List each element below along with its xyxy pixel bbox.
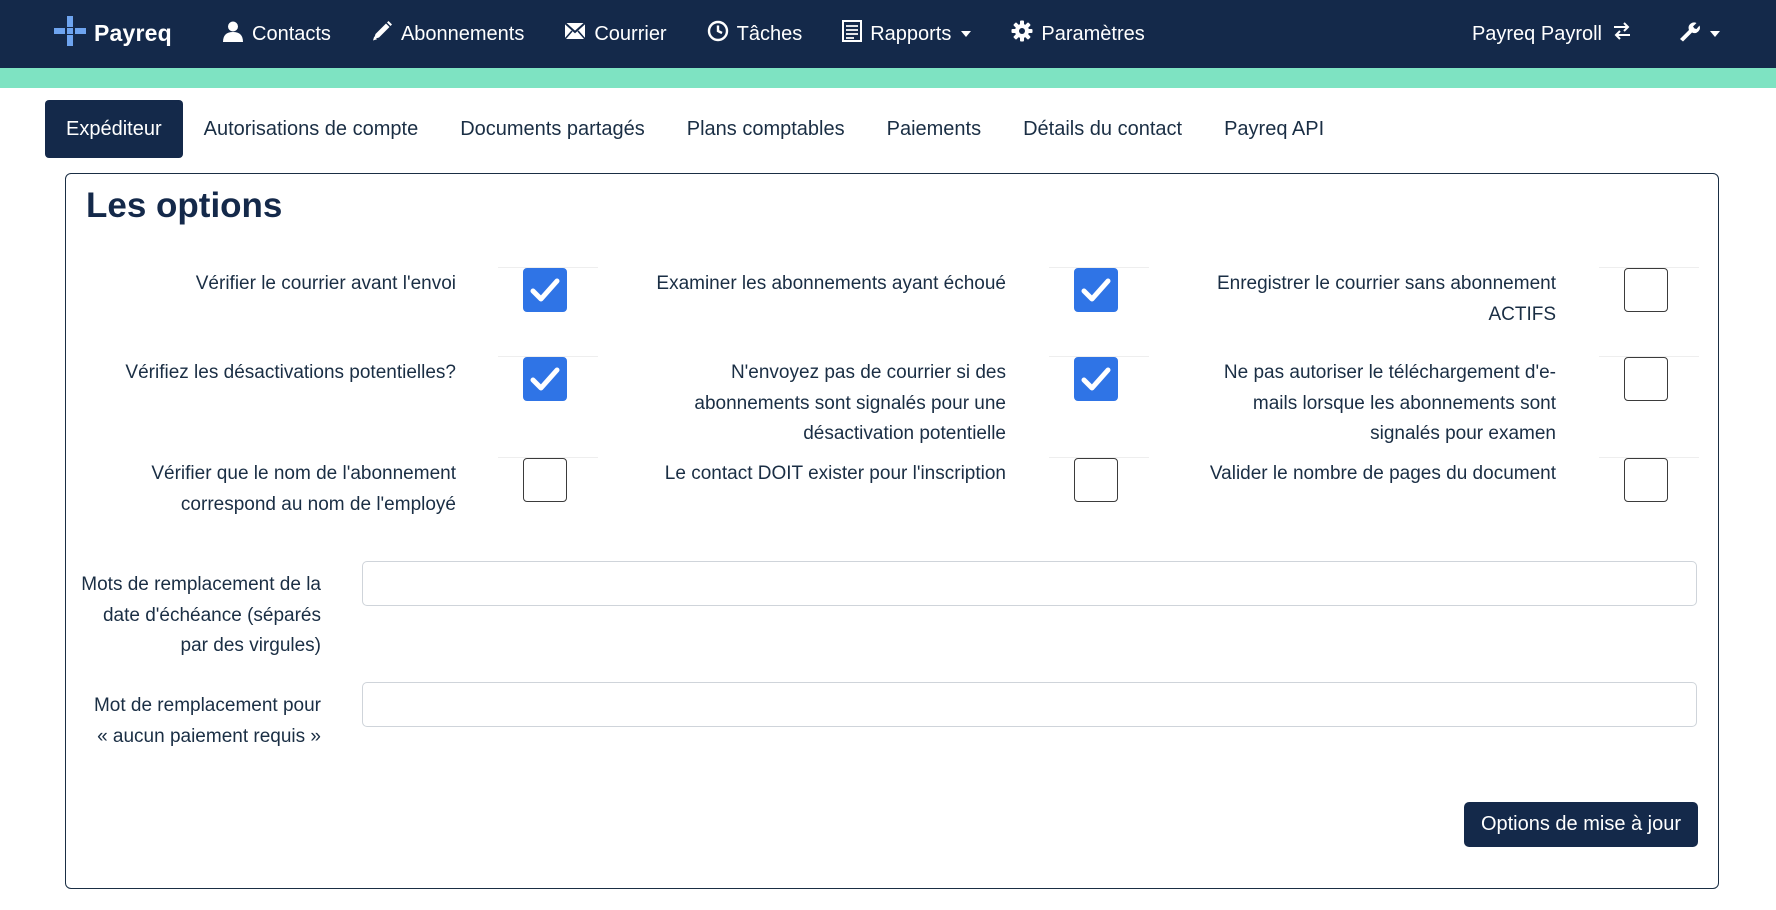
- tab-paiements[interactable]: Paiements: [866, 100, 1003, 158]
- nav-label: Paramètres: [1041, 22, 1145, 45]
- checkbox-cell: [1049, 267, 1149, 315]
- nav-item-parametres[interactable]: Paramètres: [1011, 20, 1145, 48]
- checkbox-no-mail-if-flagged[interactable]: [1074, 357, 1118, 401]
- nav-item-taches[interactable]: Tâches: [707, 20, 803, 48]
- checkbox-check-deactivations[interactable]: [523, 357, 567, 401]
- checkbox-cell: [1599, 457, 1699, 505]
- checkmark-icon: [530, 367, 560, 391]
- option-label: Valider le nombre de pages du document: [1209, 463, 1556, 484]
- checkbox-verify-mail[interactable]: [523, 268, 567, 312]
- checkbox-cell: [498, 267, 598, 315]
- option-label: Le contact DOIT exister pour l'inscripti…: [664, 463, 1006, 484]
- field-label: Mot de remplacement pour « aucun paiemen…: [93, 695, 321, 747]
- nav-label: Rapports: [870, 22, 952, 45]
- nav-item-rapports[interactable]: Rapports: [842, 20, 972, 48]
- chevron-down-icon: [1710, 31, 1720, 37]
- wrench-icon: [1678, 21, 1700, 48]
- checkbox-block-email-download[interactable]: [1624, 357, 1668, 401]
- option-label: Examiner les abonnements ayant échoué: [656, 273, 1006, 294]
- checkbox-review-failed-subscriptions[interactable]: [1074, 268, 1118, 312]
- tools-menu[interactable]: [1678, 21, 1720, 48]
- accent-bar: [0, 68, 1776, 88]
- nav-label: Courrier: [594, 22, 667, 45]
- nav-right: Payreq Payroll: [1472, 0, 1776, 68]
- options-card: Les options Vérifier le courrier avant l…: [65, 173, 1719, 889]
- checkbox-cell: [1599, 356, 1699, 404]
- envelope-icon: [564, 22, 587, 46]
- gear-icon: [1011, 20, 1033, 48]
- main-nav: Contacts Abonnements Courrier Tâches Rap…: [222, 0, 1185, 68]
- due-date-replacement-words-input[interactable]: [362, 561, 1697, 606]
- user-icon: [222, 20, 244, 48]
- option-label: Vérifiez les désactivations potentielles…: [125, 362, 456, 383]
- checkbox-verify-subscription-name[interactable]: [523, 458, 567, 502]
- checkmark-icon: [1081, 278, 1111, 302]
- checkbox-cell: [498, 457, 598, 505]
- option-label: Vérifier que le nom de l'abonnement corr…: [151, 463, 456, 515]
- payreq-logo-icon: [54, 16, 86, 51]
- top-navbar: Payreq Contacts Abonnements Courrier Tâc…: [0, 0, 1776, 68]
- checkmark-icon: [1081, 367, 1111, 391]
- brand[interactable]: Payreq: [54, 16, 172, 51]
- checkmark-icon: [530, 278, 560, 302]
- option-label: Enregistrer le courrier sans abonnement …: [1216, 273, 1556, 325]
- brand-name: Payreq: [94, 20, 172, 46]
- tab-plans-comptables[interactable]: Plans comptables: [666, 100, 866, 158]
- report-icon: [842, 20, 863, 48]
- settings-tabs: Expéditeur Autorisations de compte Docum…: [45, 100, 1345, 158]
- account-switcher[interactable]: Payreq Payroll: [1472, 22, 1632, 46]
- pencil-icon: [371, 20, 393, 48]
- nav-label: Tâches: [736, 22, 803, 45]
- nav-item-contacts[interactable]: Contacts: [222, 20, 331, 48]
- option-label: Ne pas autoriser le téléchargement d'e-m…: [1223, 362, 1556, 444]
- nav-label: Contacts: [252, 22, 331, 45]
- checkbox-cell: [1049, 356, 1149, 404]
- nav-item-abonnements[interactable]: Abonnements: [371, 20, 524, 48]
- clock-icon: [707, 20, 729, 48]
- card-title: Les options: [86, 186, 283, 225]
- checkbox-cell: [1049, 457, 1149, 505]
- tab-payreq-api[interactable]: Payreq API: [1203, 100, 1345, 158]
- checkbox-validate-page-count[interactable]: [1624, 458, 1668, 502]
- tab-expediteur[interactable]: Expéditeur: [45, 100, 183, 158]
- update-options-button[interactable]: Options de mise à jour: [1464, 802, 1698, 847]
- tab-documents-partages[interactable]: Documents partagés: [439, 100, 666, 158]
- switch-icon: [1612, 22, 1632, 46]
- option-label: Vérifier le courrier avant l'envoi: [195, 273, 456, 294]
- field-label: Mots de remplacement de la date d'échéan…: [81, 574, 321, 656]
- checkbox-cell: [498, 356, 598, 404]
- chevron-down-icon: [961, 31, 972, 37]
- nav-label: Abonnements: [400, 22, 525, 45]
- tab-details-du-contact[interactable]: Détails du contact: [1002, 100, 1203, 158]
- no-payment-replacement-word-input[interactable]: [362, 682, 1697, 727]
- tab-autorisations-de-compte[interactable]: Autorisations de compte: [183, 100, 440, 158]
- checkbox-save-mail-without-active[interactable]: [1624, 268, 1668, 312]
- checkbox-cell: [1599, 267, 1699, 315]
- account-name: Payreq Payroll: [1471, 22, 1602, 45]
- option-label: N'envoyez pas de courrier si des abonnem…: [694, 362, 1006, 444]
- checkbox-contact-must-exist[interactable]: [1074, 458, 1118, 502]
- nav-item-courrier[interactable]: Courrier: [564, 22, 667, 46]
